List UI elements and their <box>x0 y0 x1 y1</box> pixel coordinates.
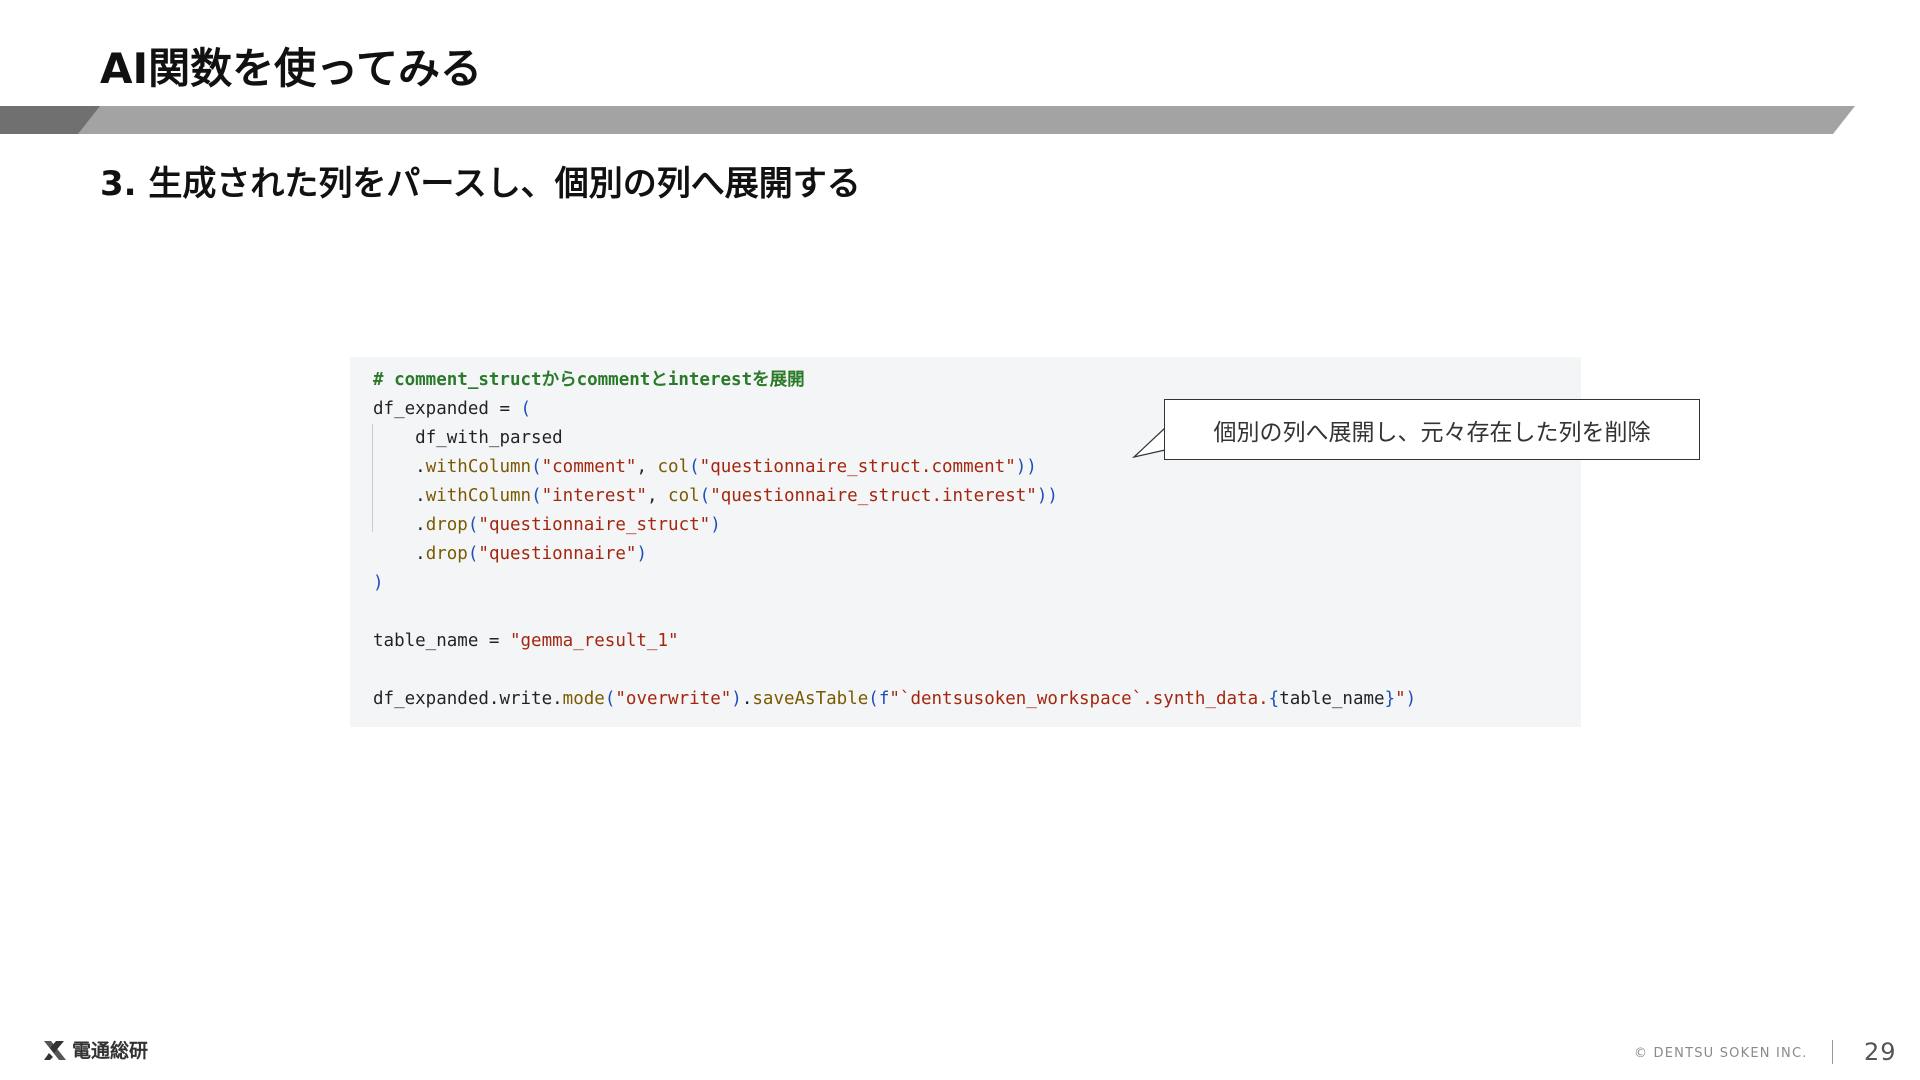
code-brace: } <box>1384 689 1396 709</box>
logo-mark-icon <box>44 1040 66 1060</box>
code-write-chain: .write. <box>488 689 563 709</box>
code-var-df-expanded: df_expanded <box>373 399 489 419</box>
code-paren: )) <box>1015 457 1037 477</box>
section-subtitle: 3. 生成された列をパースし、個別の列へ展開する <box>100 164 861 204</box>
code-comment: # comment_structからcommentとinterestを展開 <box>373 370 805 390</box>
code-paren: ) <box>1405 689 1417 709</box>
code-string-questionnaire-struct: "questionnaire_struct" <box>478 515 711 535</box>
code-fstring-part2: " <box>1395 689 1406 709</box>
code-method-drop: drop <box>425 544 468 564</box>
code-method-drop: drop <box>425 515 468 535</box>
code-fn-col: col <box>657 457 690 477</box>
callout-box: 個別の列へ展開し、元々存在した列を削除 <box>1164 399 1700 460</box>
code-string-gemma-result: "gemma_result_1" <box>509 631 679 651</box>
code-paren: ) <box>731 689 742 709</box>
callout-text: 個別の列へ展開し、元々存在した列を削除 <box>1213 419 1651 446</box>
code-fstring-prefix: f <box>878 689 890 709</box>
code-sep: , <box>646 486 669 506</box>
code-paren-open: ( <box>520 399 532 419</box>
code-paren-close: ) <box>373 573 384 593</box>
code-fn-col: col <box>668 486 700 506</box>
code-paren: ( <box>689 457 700 477</box>
code-assign: = <box>478 631 510 651</box>
code-var-table-name: table_name <box>373 631 479 651</box>
code-paren: ) <box>710 515 721 535</box>
code-method-mode: mode <box>562 689 605 709</box>
footer-divider <box>1832 1040 1833 1064</box>
code-fstring-part1: "`dentsusoken_workspace`.synth_data. <box>889 689 1269 709</box>
company-logo: 電通総研 <box>42 1036 148 1063</box>
title-bar-light <box>65 106 1855 134</box>
code-paren: )) <box>1036 486 1058 506</box>
slide-title: AI関数を使ってみる <box>100 44 483 93</box>
code-dot: . <box>741 689 753 709</box>
code-string-comment: "comment" <box>541 457 637 477</box>
code-string-struct-interest: "questionnaire_struct.interest" <box>710 486 1037 506</box>
logo-text: 電通総研 <box>72 1040 149 1062</box>
code-paren: ( <box>604 689 616 709</box>
code-dot: . <box>415 457 426 477</box>
code-obj-df-expanded: df_expanded <box>373 689 489 709</box>
code-paren: ( <box>531 457 542 477</box>
code-paren: ( <box>699 486 711 506</box>
code-string-questionnaire: "questionnaire" <box>478 544 637 564</box>
code-paren: ) <box>636 544 647 564</box>
code-dot: . <box>415 486 426 506</box>
code-method-withcolumn: withColumn <box>425 486 532 506</box>
code-dot: . <box>415 544 426 564</box>
code-assign: = <box>488 399 521 419</box>
code-brace: { <box>1268 689 1280 709</box>
code-method-saveastable: saveAsTable <box>752 689 869 709</box>
code-paren: ( <box>467 544 479 564</box>
code-dot: . <box>415 515 426 535</box>
code-paren: ( <box>467 515 479 535</box>
code-string-struct-comment: "questionnaire_struct.comment" <box>699 457 1016 477</box>
code-paren: ( <box>531 486 542 506</box>
code-df-with-parsed: df_with_parsed <box>415 428 563 448</box>
code-paren: ( <box>868 689 879 709</box>
code-method-withcolumn: withColumn <box>425 457 532 477</box>
page-number: 29 <box>1864 1038 1897 1066</box>
copyright-text: © DENTSU SOKEN INC. <box>1634 1046 1808 1061</box>
title-accent-bar <box>0 106 1855 134</box>
code-string-overwrite: "overwrite" <box>615 689 732 709</box>
code-sep: , <box>636 457 658 477</box>
code-string-interest: "interest" <box>541 486 647 506</box>
code-interp-table-name: table_name <box>1279 689 1385 709</box>
